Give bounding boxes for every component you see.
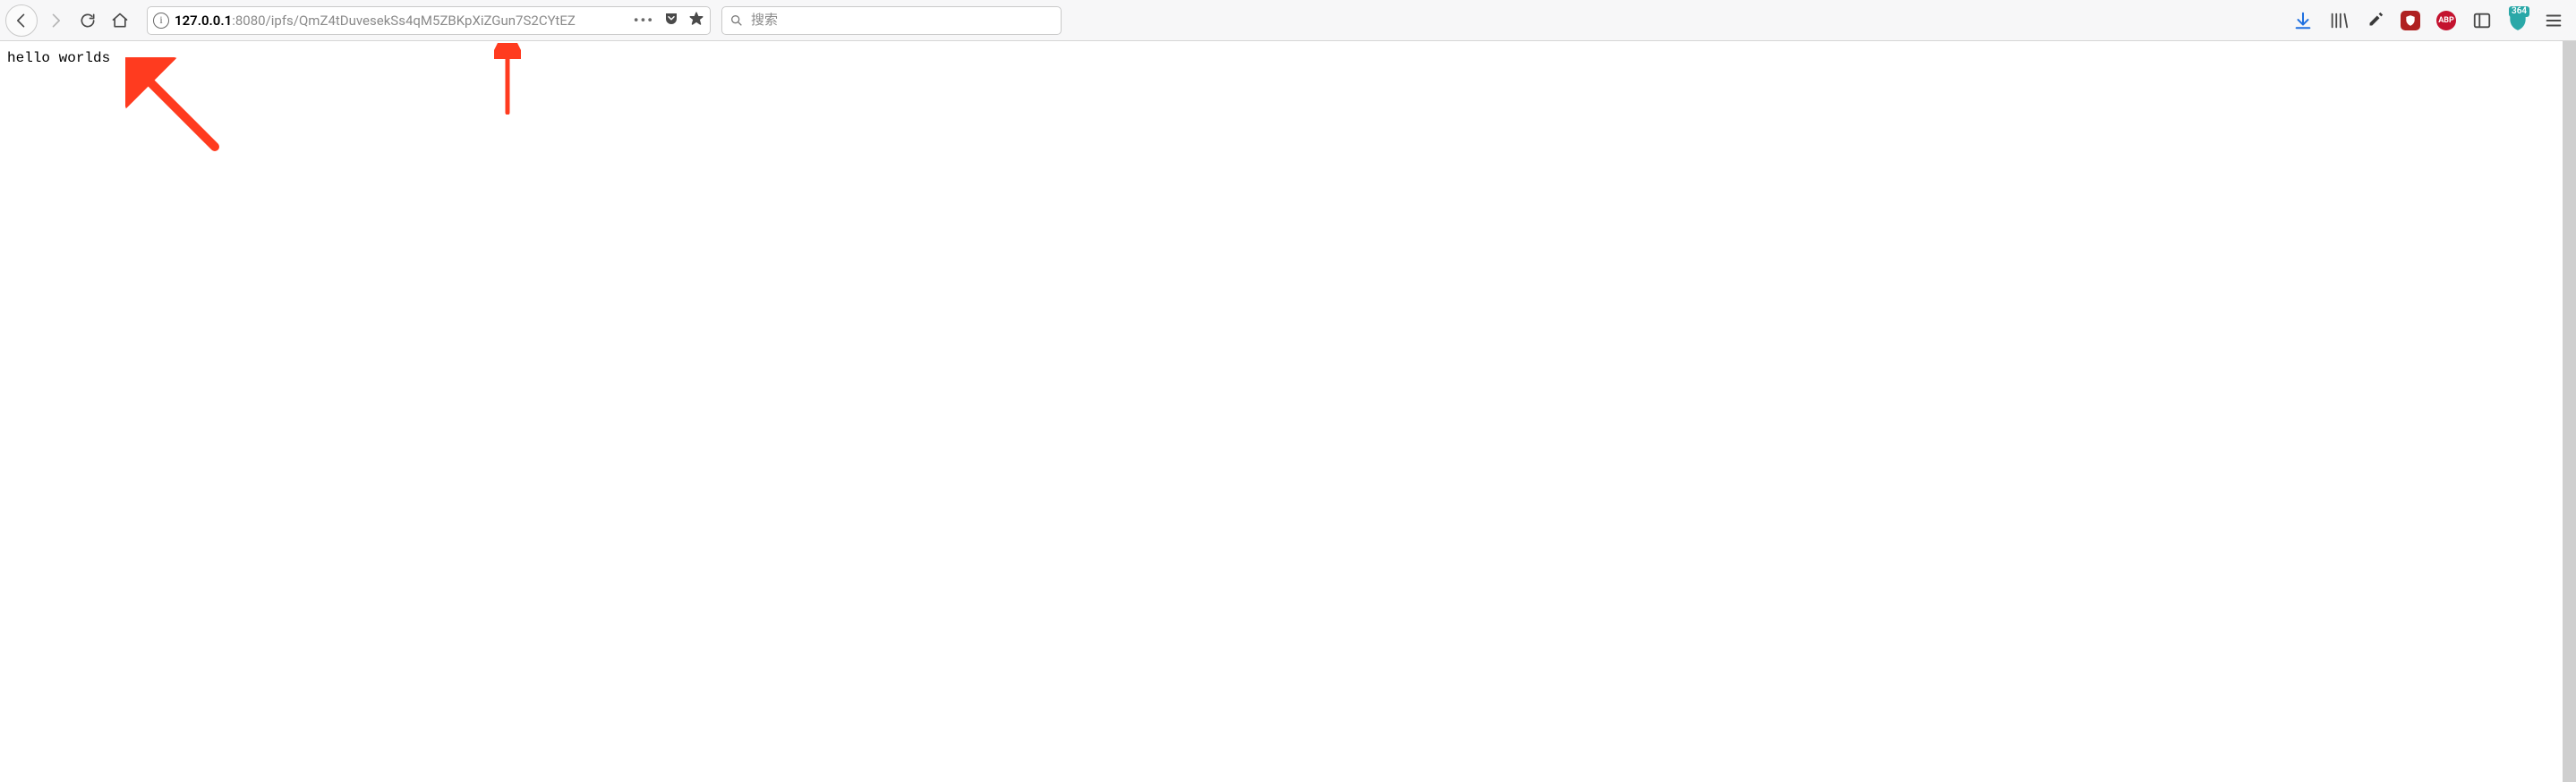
toolbar-actions: ABP 364 [2291,9,2571,32]
adblock-plus-extension-icon[interactable]: ABP [2435,9,2458,32]
page-viewport: hello worlds [0,41,2576,782]
site-info-icon[interactable]: i [153,13,169,29]
library-button[interactable] [2327,9,2350,32]
sidebar-button[interactable] [2470,9,2494,32]
bookmark-star-icon[interactable] [688,11,704,30]
address-bar-actions: ••• [634,11,704,30]
scrollbar-thumb[interactable] [2563,41,2576,782]
app-menu-button[interactable] [2542,9,2565,32]
back-button[interactable] [5,4,38,37]
search-bar[interactable] [721,6,1062,35]
ublock-extension-icon[interactable] [2399,9,2422,32]
pocket-icon[interactable] [663,11,679,30]
page-body-text: hello worlds [0,41,2576,75]
downloads-button[interactable] [2291,9,2315,32]
vertical-scrollbar[interactable] [2563,41,2576,782]
page-actions-icon[interactable]: ••• [634,12,654,29]
browser-toolbar: i 127.0.0.1:8080/ipfs/QmZ4tDuvesekSs4qM5… [0,0,2576,41]
shield-extension-icon[interactable]: 364 [2506,9,2529,32]
eyedropper-extension-icon[interactable] [2363,9,2386,32]
reload-button[interactable] [73,6,102,35]
address-bar[interactable]: i 127.0.0.1:8080/ipfs/QmZ4tDuvesekSs4qM5… [147,6,711,35]
search-icon [729,13,744,28]
forward-button [41,6,70,35]
shield-count-badge: 364 [2509,6,2529,17]
url-host: 127.0.0.1 [175,13,232,29]
search-input[interactable] [751,13,1053,28]
url-text: 127.0.0.1:8080/ipfs/QmZ4tDuvesekSs4qM5ZB… [175,13,628,29]
home-button[interactable] [106,6,134,35]
url-path: :8080/ipfs/QmZ4tDuvesekSs4qM5ZBKpXiZGun7… [232,13,576,29]
